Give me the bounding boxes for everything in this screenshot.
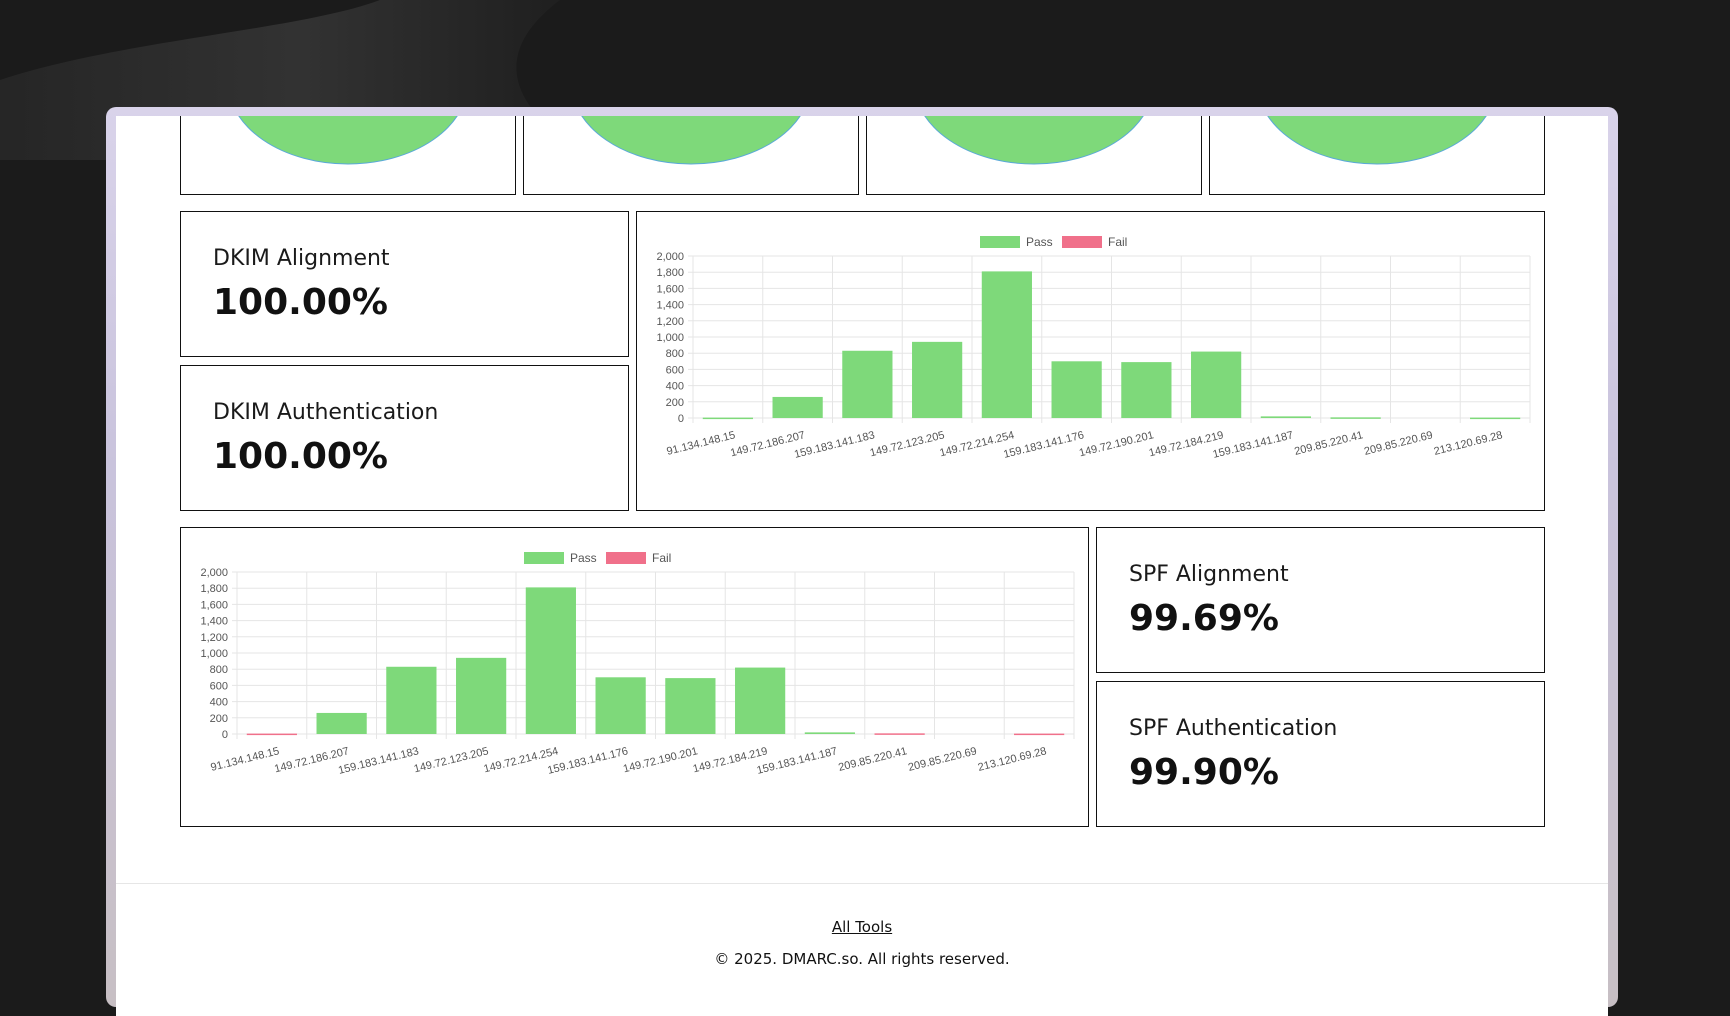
stat-label: DKIM Alignment [213,246,390,271]
pie-chart-4 [1267,116,1487,165]
stat-value: 99.90% [1129,752,1279,793]
footer-divider [116,883,1608,884]
x-tick-label: 91.134.148.15 [209,745,280,774]
x-tick-label: 209.85.220.69 [907,745,978,774]
y-tick-label: 1,200 [200,632,228,644]
dkim-chart-card: 0 200 400 600 800 1,000 1,200 1,400 1,600 1,800 2,… [636,211,1545,511]
stat-value: 99.69% [1129,598,1279,639]
x-tick-label: 209.85.220.41 [1293,429,1364,458]
bar-pass [735,667,786,734]
bar-pass [386,666,437,734]
y-tick-label: 1,000 [200,648,228,660]
spf-alignment-card: SPF Alignment 99.69% [1096,527,1545,673]
bar-pass [1330,417,1381,419]
legend-label-fail: Fail [1108,235,1127,249]
y-tick-label: 800 [210,664,228,676]
x-tick-label: 159.183.141.187 [756,745,839,777]
legend-swatch-pass [980,236,1020,248]
bar-pass [316,712,367,734]
bar-pass [595,677,646,734]
x-tick-label: 213.120.69.28 [977,745,1048,774]
bar-pass [1051,361,1102,418]
x-tick-label: 91.134.148.15 [665,429,736,458]
page-content: DKIM Alignment 100.00% DKIM Authenticati… [116,116,1608,1016]
y-tick-label: 600 [666,364,684,376]
y-tick-label: 1,400 [200,616,228,628]
x-tick-label: 159.183.141.183 [793,429,876,461]
y-tick-label: 2,000 [200,567,228,579]
y-tick-label: 1,800 [656,267,684,279]
y-tick-label: 1,600 [656,283,684,295]
bar-fail [1014,733,1065,736]
dkim-bar-chart: 0 200 400 600 800 1,000 1,200 1,400 1,600 1,800 2,… [656,235,1531,461]
x-tick-label: 149.72.123.205 [413,745,490,775]
y-tick-label: 400 [210,697,228,709]
pie-card-3 [866,116,1202,195]
x-tick-label: 209.85.220.41 [837,745,908,774]
pie-chart-2 [581,116,801,165]
y-tick-label: 0 [222,729,228,741]
x-tick-label: 149.72.190.201 [1078,429,1155,459]
dkim-authentication-card: DKIM Authentication 100.00% [180,365,629,511]
bar-fail [874,733,925,735]
legend-label-fail: Fail [652,551,671,565]
stat-label: DKIM Authentication [213,400,439,425]
y-tick-label: 1,400 [656,300,684,312]
bar-pass [702,417,753,420]
y-tick-label: 0 [678,413,684,425]
all-tools-link[interactable]: All Tools [116,918,1608,936]
spf-bar-chart: 0 200 400 600 800 1,000 1,200 1,400 1,600 1,800 2,… [200,551,1075,777]
y-tick-label: 1,200 [656,316,684,328]
x-tick-label: 159.183.141.176 [546,745,629,777]
legend-swatch-fail [606,552,646,564]
bar-pass [1191,351,1242,418]
legend-swatch-pass [524,552,564,564]
pie-card-4 [1209,116,1545,195]
bar-pass [456,657,507,734]
stat-label: SPF Authentication [1129,716,1338,741]
y-tick-label: 2,000 [656,251,684,263]
stat-value: 100.00% [213,282,388,323]
x-tick-label: 149.72.190.201 [622,745,699,775]
y-tick-label: 600 [210,680,228,692]
y-tick-label: 1,800 [200,583,228,595]
bar-pass [1121,362,1172,418]
x-tick-label: 209.85.220.69 [1363,429,1434,458]
pie-card-2 [523,116,859,195]
y-tick-label: 400 [666,381,684,393]
bar-pass [665,678,716,734]
x-tick-label: 159.183.141.187 [1212,429,1295,461]
legend-label-pass: Pass [570,551,597,565]
pie-card-1 [180,116,516,195]
spf-authentication-card: SPF Authentication 99.90% [1096,681,1545,827]
bar-pass [772,396,823,418]
bar-pass [981,271,1032,418]
spf-chart-card: 0 200 400 600 800 1,000 1,200 1,400 1,600 1,800 2,… [180,527,1089,827]
y-tick-label: 1,000 [656,332,684,344]
bar-pass [804,732,855,734]
x-tick-label: 159.183.141.176 [1002,429,1085,461]
pie-chart-1 [238,116,458,165]
pie-chart-3 [924,116,1144,165]
bar-pass [525,587,576,734]
bar-pass [1260,416,1311,418]
y-tick-label: 200 [666,397,684,409]
bar-pass [912,341,963,418]
bar-pass [842,350,893,418]
copyright-text: © 2025. DMARC.so. All rights reserved. [714,950,1010,968]
stat-value: 100.00% [213,436,388,477]
bar-pass [1470,417,1521,420]
y-tick-label: 1,600 [200,599,228,611]
stat-label: SPF Alignment [1129,562,1289,587]
y-tick-label: 800 [666,348,684,360]
y-tick-label: 200 [210,713,228,725]
legend-swatch-fail [1062,236,1102,248]
legend-label-pass: Pass [1026,235,1053,249]
x-tick-label: 159.183.141.183 [337,745,420,777]
bar-fail [246,733,297,736]
x-tick-label: 213.120.69.28 [1433,429,1504,458]
dkim-alignment-card: DKIM Alignment 100.00% [180,211,629,357]
x-tick-label: 149.72.123.205 [869,429,946,459]
